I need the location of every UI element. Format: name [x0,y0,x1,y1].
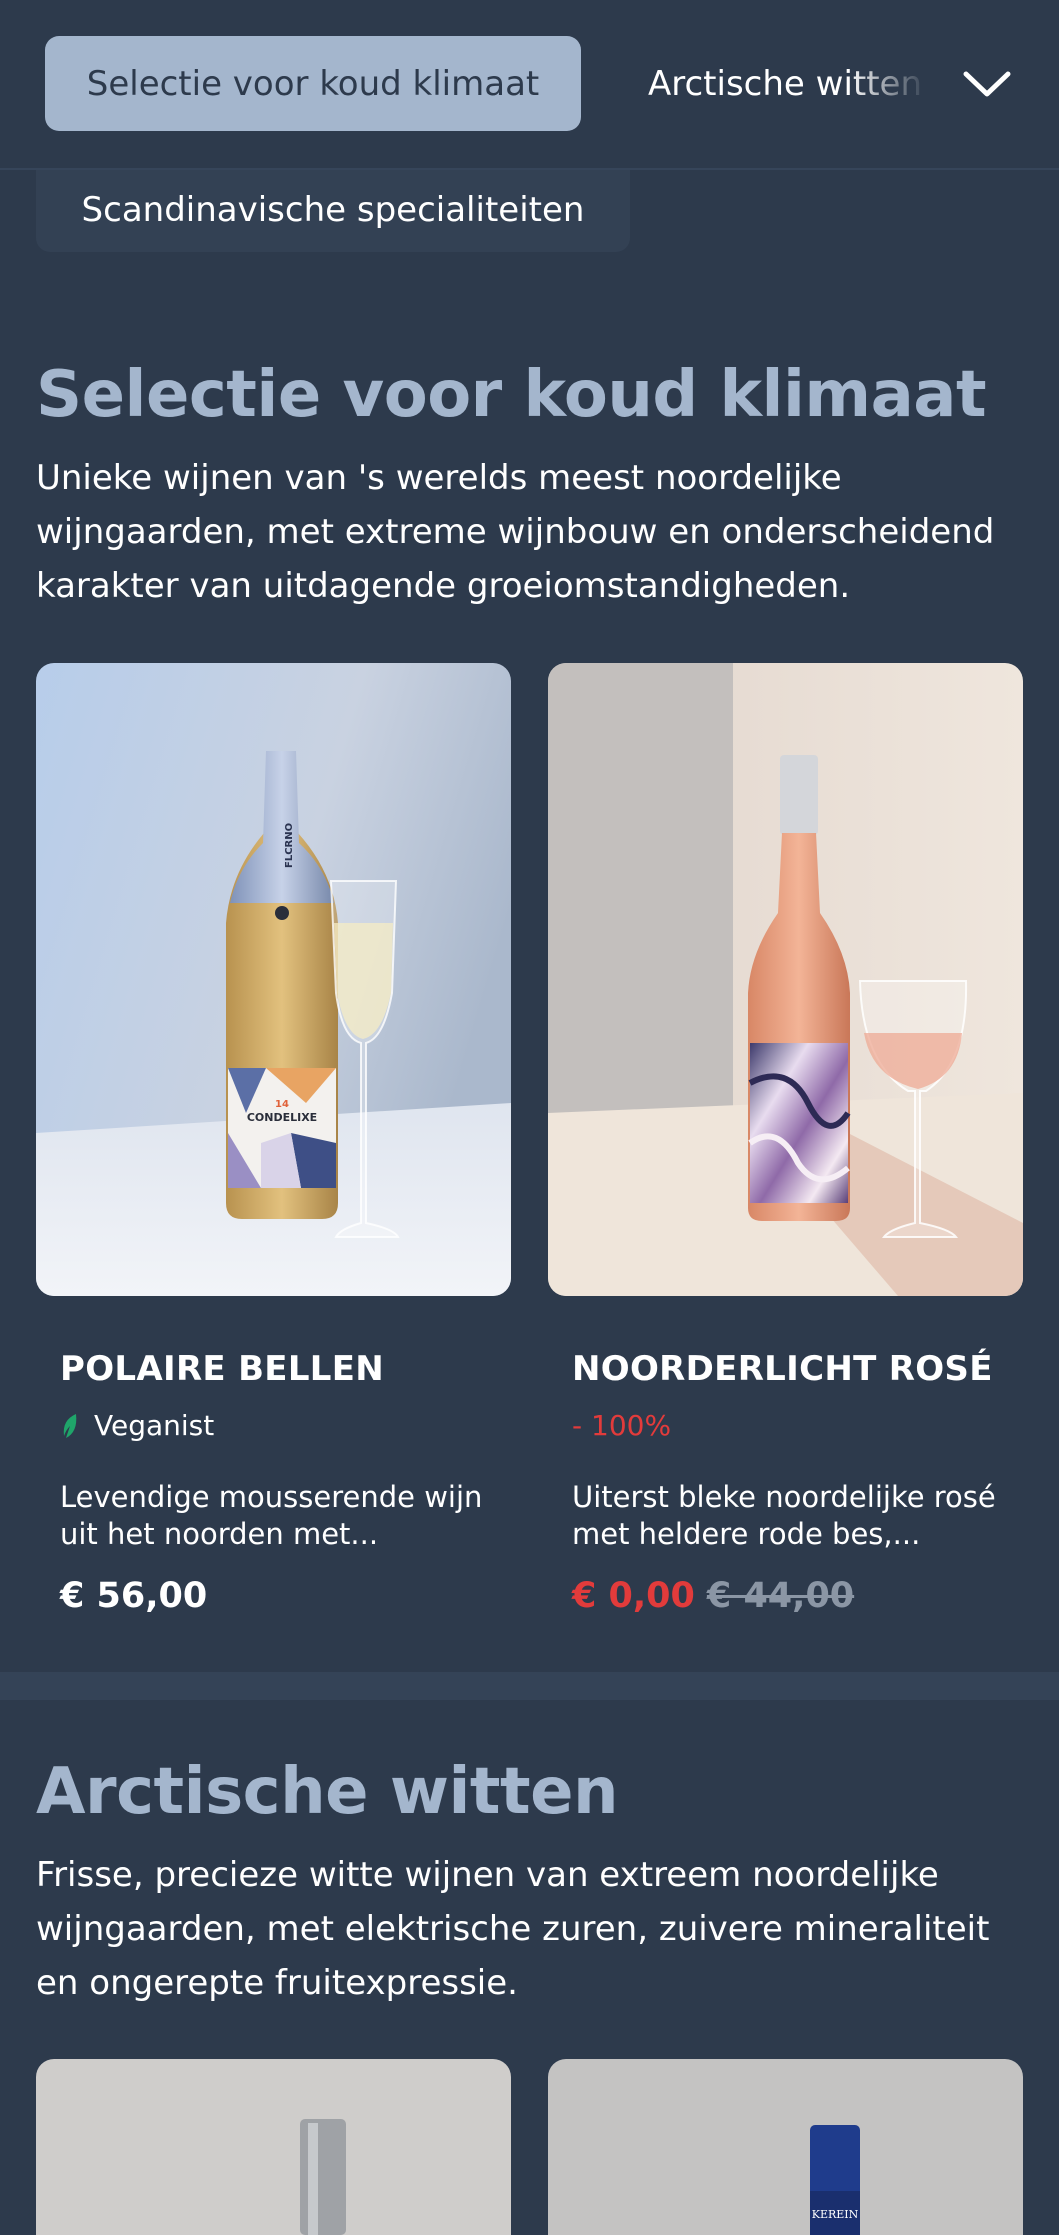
product-image-arctic-white-1[interactable] [36,2059,511,2235]
category-chip-scandinavian[interactable]: Scandinavische specialiteiten [36,168,630,252]
section-description: Frisse, precieze witte wijnen van extree… [36,1855,990,2003]
category-chip-next[interactable]: Arctische witten [648,36,928,131]
product-price-block: € 0,00 € 44,00 [572,1576,854,1616]
category-chip-active[interactable]: Selectie voor koud klimaat [45,36,581,131]
product-image-polaire-bellen[interactable]: CONDELIXE 14 FLCRNO [36,663,511,1296]
bottle-neck-text: FLCRNO [284,823,295,868]
product-description: Levendige mousserende wijn uit het noord… [60,1480,483,1551]
product-name[interactable]: POLAIRE BELLEN [60,1349,384,1389]
bottle-label-number: 14 [275,1099,289,1110]
section-description: Unieke wijnen van 's werelds meest noord… [36,458,995,606]
leaf-icon [63,1413,77,1438]
product-image-noorderlicht-rose[interactable] [548,663,1023,1296]
vegan-tag-label: Veganist [94,1409,215,1442]
product-image-arctic-white-2[interactable]: KEREIN [548,2059,1023,2235]
discount-badge: - 100% [572,1409,672,1442]
chevron-down-icon[interactable] [958,56,1016,112]
vegan-tag: Veganist [60,1409,214,1442]
product-name[interactable]: NOORDERLICHT ROSÉ [572,1349,993,1389]
section-title: Selectie voor koud klimaat [36,358,987,432]
section-divider [0,1672,1059,1700]
original-price: € 44,00 [706,1576,855,1616]
overflow-fade [848,36,928,131]
category-nav: Selectie voor koud klimaat Arctische wit… [0,0,1059,170]
product-description: Uiterst bleke noordelijke rosé met helde… [572,1480,996,1551]
bottle-label-brand: KEREIN [812,2208,859,2221]
sale-price: € 0,00 [572,1576,695,1616]
bottle-label-brand: CONDELIXE [247,1111,317,1124]
product-price: € 56,00 [60,1576,208,1616]
section-title: Arctische witten [36,1755,619,1829]
